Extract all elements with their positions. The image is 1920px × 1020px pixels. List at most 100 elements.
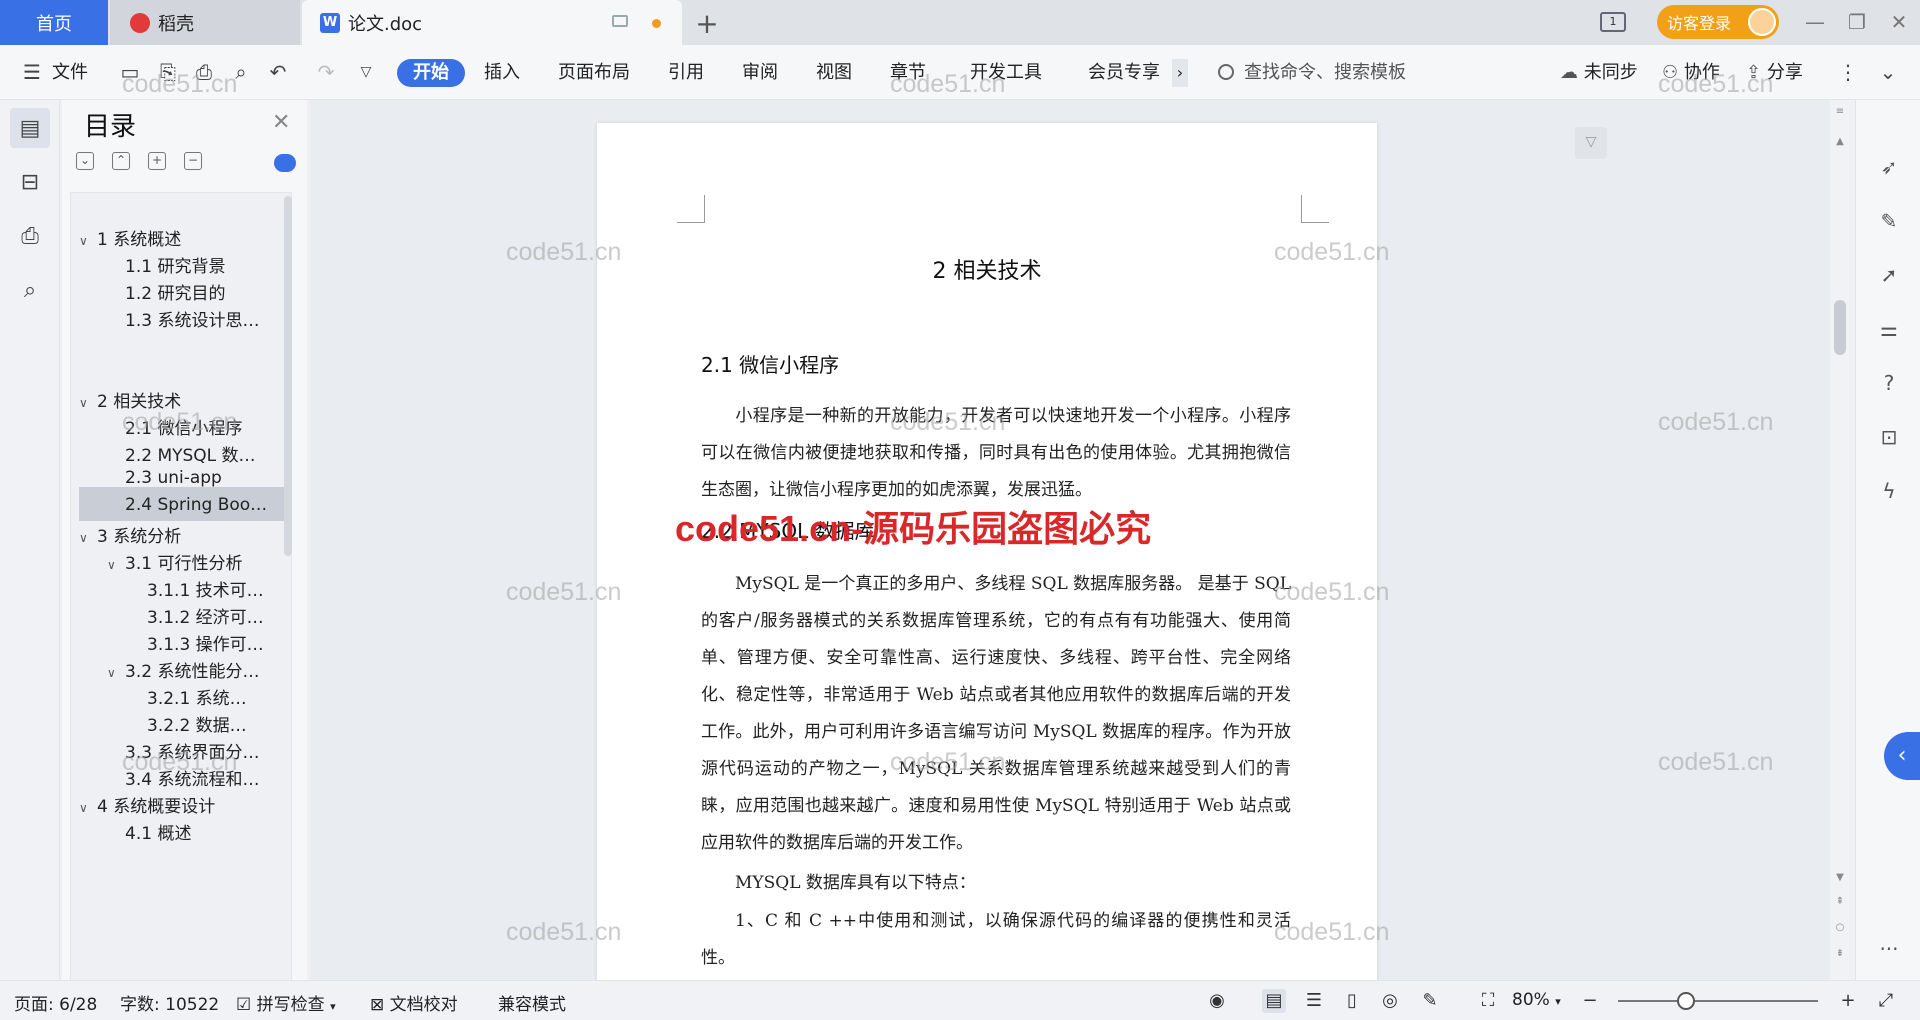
- toc-item[interactable]: 3.1.3 操作可…: [147, 630, 285, 655]
- write-view-icon[interactable]: ✎: [1418, 989, 1442, 1013]
- collab-button[interactable]: ⚇ 协作: [1662, 59, 1720, 87]
- zoom-select[interactable]: 80% ▾: [1512, 990, 1561, 1010]
- cursor-icon[interactable]: ➚: [1876, 262, 1902, 288]
- fullscreen-icon[interactable]: ⤢: [1874, 989, 1898, 1013]
- tab-references[interactable]: 引用: [668, 59, 704, 87]
- toc-item[interactable]: ∨ 3.2 系统性能分…: [107, 657, 285, 682]
- sync-status[interactable]: ☁ 未同步: [1560, 59, 1638, 87]
- export-icon[interactable]: ⎘: [156, 60, 180, 84]
- adjust-icon[interactable]: ⚌: [1876, 316, 1902, 342]
- word-count[interactable]: 字数: 10522: [120, 990, 219, 1015]
- collapse-all-icon[interactable]: −: [184, 152, 202, 170]
- tab-view[interactable]: 视图: [816, 59, 852, 87]
- toc-item[interactable]: 1.1 研究背景: [125, 252, 285, 277]
- new-tab-button[interactable]: +: [692, 7, 722, 40]
- next-page-icon[interactable]: ⇟: [1830, 948, 1850, 959]
- zoom-slider-track[interactable]: [1618, 1000, 1818, 1002]
- navigation-icon[interactable]: ⊟: [10, 162, 50, 202]
- toc-panel-icon[interactable]: ▤: [10, 108, 50, 148]
- toc-item[interactable]: 1.3 系统设计思…: [125, 306, 285, 331]
- toc-item[interactable]: 2.3 uni-app: [125, 468, 285, 488]
- bookmark-icon[interactable]: ⎙: [10, 216, 50, 256]
- collapse-ribbon-icon[interactable]: ⌄: [1876, 60, 1900, 84]
- toc-item[interactable]: 1.2 研究目的: [125, 279, 285, 304]
- toc-item[interactable]: 4.1 概述: [125, 819, 285, 844]
- tab-review[interactable]: 审阅: [742, 59, 778, 87]
- web-view-icon[interactable]: ◎: [1378, 989, 1402, 1013]
- scroll-down-icon[interactable]: ▼: [1830, 872, 1850, 883]
- toc-item[interactable]: 3.2.2 数据…: [147, 711, 285, 736]
- toc-item[interactable]: 3.2.1 系统…: [147, 684, 285, 709]
- toc-expand-icon[interactable]: ∨: [107, 558, 125, 572]
- toc-item[interactable]: 3.1.1 技术可…: [147, 576, 285, 601]
- expand-level-icon[interactable]: ⌄: [76, 152, 94, 170]
- zoom-slider-knob[interactable]: [1677, 992, 1696, 1010]
- toc-item[interactable]: ∨ 3 系统分析: [79, 522, 285, 547]
- toc-item[interactable]: ∨ 4 系统概要设计: [79, 792, 285, 817]
- tab-chapter[interactable]: 章节: [890, 59, 926, 87]
- scroll-top-icon[interactable]: ≡: [1830, 106, 1850, 117]
- page-filter-icon[interactable]: ▽: [1575, 127, 1607, 159]
- toc-scrollbar[interactable]: [284, 196, 292, 556]
- share-button[interactable]: ⇪ 分享: [1746, 59, 1803, 87]
- toc-item[interactable]: ∨ 2 相关技术: [79, 387, 285, 412]
- toc-sync-toggle[interactable]: [274, 154, 296, 172]
- window-count-icon[interactable]: 1: [1600, 12, 1626, 32]
- tab-home-ribbon[interactable]: 开始: [397, 59, 465, 87]
- doc-proof-button[interactable]: ⊠ 文档校对: [370, 990, 458, 1015]
- command-search-input[interactable]: 查找命令、搜索模板: [1218, 59, 1548, 87]
- page-count[interactable]: 页面: 6/28: [14, 990, 97, 1015]
- page-view-icon[interactable]: ▤: [1262, 989, 1286, 1013]
- tab-page-layout[interactable]: 页面布局: [558, 59, 630, 87]
- print-preview-icon[interactable]: ⌕: [229, 60, 253, 84]
- tab-daoke[interactable]: 稻壳: [110, 0, 300, 45]
- toc-expand-icon[interactable]: ∨: [79, 531, 97, 545]
- outline-view-icon[interactable]: ☰: [1302, 989, 1326, 1013]
- tab-home[interactable]: 首页: [0, 0, 108, 45]
- fit-page-icon[interactable]: ⛶: [1476, 989, 1500, 1013]
- zoom-out-icon[interactable]: −: [1578, 989, 1602, 1013]
- toc-close-icon[interactable]: ✕: [272, 110, 290, 135]
- toc-item[interactable]: 2.2 MYSQL 数…: [125, 441, 285, 466]
- toc-item[interactable]: 3.4 系统流程和…: [125, 765, 285, 790]
- toc-expand-icon[interactable]: ∨: [79, 234, 97, 248]
- scroll-thumb[interactable]: [1834, 300, 1846, 355]
- help-icon[interactable]: ?: [1876, 370, 1902, 396]
- cloud-doc-icon[interactable]: ⊡: [1876, 424, 1902, 450]
- close-icon[interactable]: ✕: [1884, 8, 1914, 36]
- toc-item[interactable]: 3.3 系统界面分…: [125, 738, 285, 763]
- vertical-scrollbar[interactable]: ≡ ▲ ▼ ⇞ ○ ⇟: [1830, 100, 1850, 980]
- toc-expand-icon[interactable]: ∨: [107, 666, 125, 680]
- minimize-icon[interactable]: —: [1800, 8, 1830, 36]
- quick-access-dropdown-icon[interactable]: ▽: [354, 60, 378, 84]
- file-menu[interactable]: 文件: [52, 59, 88, 87]
- prev-page-icon[interactable]: ⇞: [1830, 896, 1850, 907]
- print-icon[interactable]: ⎙: [192, 60, 216, 84]
- scroll-up-icon[interactable]: ▲: [1830, 136, 1850, 147]
- lightning-icon[interactable]: ϟ: [1876, 478, 1902, 504]
- monitor-icon[interactable]: [612, 15, 628, 27]
- rocket-icon[interactable]: ➶: [1876, 154, 1902, 180]
- guest-login-button[interactable]: 访客登录: [1657, 5, 1779, 39]
- reading-view-icon[interactable]: ▯: [1340, 989, 1364, 1013]
- ribbon-more-button[interactable]: ›: [1172, 59, 1188, 87]
- page-select-icon[interactable]: ○: [1830, 922, 1850, 933]
- tab-insert[interactable]: 插入: [484, 59, 520, 87]
- spell-check-button[interactable]: ☑ 拼写检查 ▾: [236, 990, 336, 1015]
- collapse-level-icon[interactable]: ⌃: [112, 152, 130, 170]
- toc-item[interactable]: 3.1.2 经济可…: [147, 603, 285, 628]
- toc-item[interactable]: ∨ 3.1 可行性分析: [107, 549, 285, 574]
- redo-icon[interactable]: ↷: [314, 60, 338, 84]
- pen-icon[interactable]: ✎: [1876, 208, 1902, 234]
- more-tools-icon[interactable]: ···: [1876, 936, 1902, 962]
- menu-icon[interactable]: ☰: [20, 60, 44, 84]
- find-icon[interactable]: ⌕: [10, 270, 50, 310]
- toc-item[interactable]: 2.1 微信小程序: [125, 414, 285, 439]
- toc-expand-icon[interactable]: ∨: [79, 801, 97, 815]
- toc-expand-icon[interactable]: ∨: [79, 396, 97, 410]
- zoom-in-icon[interactable]: +: [1836, 989, 1860, 1013]
- tab-document[interactable]: W 论文.doc: [302, 0, 682, 45]
- expand-all-icon[interactable]: +: [148, 152, 166, 170]
- toc-item[interactable]: 2.4 Spring Boo…: [125, 495, 285, 515]
- toc-item[interactable]: ∨ 1 系统概述: [79, 225, 285, 250]
